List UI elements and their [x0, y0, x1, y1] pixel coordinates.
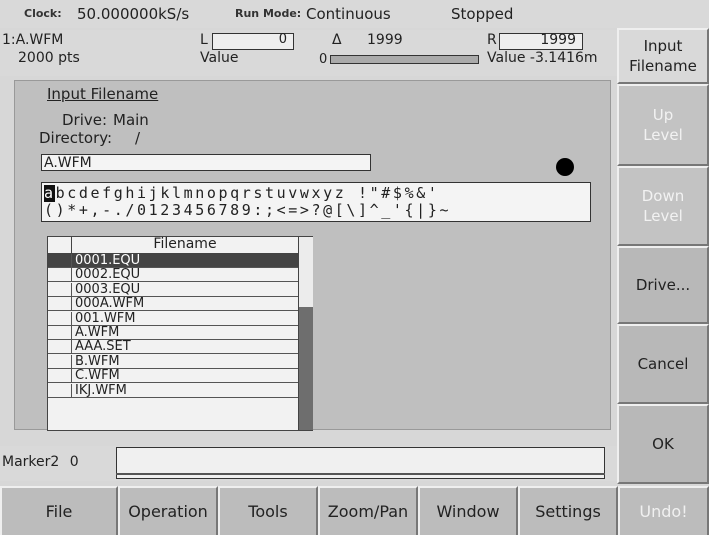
menu-undo[interactable]: Undo! — [618, 486, 709, 535]
charset-row-1[interactable]: abcdefghijklmnopqrstuvwxyz !"#$%&' — [44, 184, 439, 202]
filename-column-header: Filename — [153, 236, 217, 252]
down-level-line1: Down — [641, 187, 685, 205]
marker-name: Marker2 — [2, 454, 60, 470]
clock-value: 50.000000kS/s — [77, 5, 190, 23]
charset-row-1-chars[interactable]: bcdefghijklmnopqrstuvwxyz !"#$%&' — [56, 184, 440, 202]
file-row-marker — [48, 354, 72, 368]
menu-zoom-pan[interactable]: Zoom/Pan — [318, 486, 418, 535]
cancel-button[interactable]: Cancel — [617, 324, 709, 404]
menu-file[interactable]: File — [0, 486, 118, 535]
file-row[interactable]: A.WFM — [48, 326, 298, 340]
scrollbar-thumb[interactable] — [299, 307, 313, 430]
marker-value: 0 — [69, 454, 79, 470]
file-row[interactable]: 0003.EQU — [48, 281, 298, 297]
knob-indicator-icon — [556, 158, 574, 176]
character-palette[interactable]: abcdefghijklmnopqrstuvwxyz !"#$%&' ()*+,… — [41, 182, 591, 222]
file-row-name: 000A.WFM — [75, 296, 145, 312]
file-row-marker — [48, 254, 72, 267]
directory-value: / — [135, 129, 141, 147]
drive-value: Main — [113, 111, 149, 129]
clock-label: Clock: — [24, 7, 62, 20]
waveform-points: 2000 pts — [18, 50, 80, 66]
file-row-marker — [48, 326, 72, 339]
down-level-line2: Level — [643, 207, 683, 225]
runmode-label: Run Mode: — [235, 7, 302, 20]
file-row-name: 001.WFM — [75, 310, 136, 326]
file-list-header: Filename — [48, 236, 298, 254]
file-row[interactable]: B.WFM — [48, 353, 298, 369]
delta-value: 1999 — [367, 32, 403, 48]
right-cursor-field[interactable]: 1999 — [499, 32, 583, 50]
down-level-button[interactable]: Down Level — [617, 166, 709, 246]
menu-settings[interactable]: Settings — [518, 486, 618, 535]
marker-label: Marker2 0 — [2, 454, 79, 470]
filename-input[interactable]: A.WFM — [41, 154, 371, 171]
file-row-marker — [48, 340, 72, 354]
file-row-marker — [48, 297, 72, 311]
up-level-button[interactable]: Up Level — [617, 84, 709, 166]
file-row-marker — [48, 383, 72, 397]
left-cursor-field[interactable]: 0 — [212, 32, 294, 50]
file-row-name: 0003.EQU — [75, 281, 141, 297]
charset-row-2[interactable]: ()*+,-./0123456789:;<=>?@[\]^_'{|}~ — [44, 201, 451, 219]
file-row-name: IKJ.WFM — [75, 382, 127, 398]
left-cursor-label: L — [200, 32, 208, 48]
file-row-marker — [48, 268, 72, 282]
file-row-marker — [48, 311, 72, 325]
waveform-info-bar: 1:A.WFM 2000 pts L 0 Value Δ 1999 0 R 19… — [0, 30, 617, 76]
right-cursor-label: R — [487, 32, 497, 48]
file-row[interactable]: IKJ.WFM — [48, 382, 298, 398]
marker-bar: Marker2 0 — [0, 446, 617, 481]
up-level-line2: Level — [643, 126, 683, 144]
runmode-value: Continuous — [306, 5, 391, 23]
file-list[interactable]: Filename 0001.EQU 0002.EQU 0003.EQU 000A.WF… — [47, 236, 313, 431]
left-value-label: Value — [200, 50, 239, 66]
waveform-name: 1:A.WFM — [2, 32, 64, 48]
run-state: Stopped — [451, 5, 514, 23]
status-bar: Clock: 50.000000kS/s Run Mode: Continuou… — [0, 0, 709, 28]
file-row[interactable]: 000A.WFM — [48, 296, 298, 312]
file-row-name: B.WFM — [75, 353, 120, 369]
file-row[interactable]: 0001.EQU — [48, 254, 298, 268]
file-row-marker — [48, 282, 72, 296]
file-row-name: 0001.EQU — [75, 253, 141, 268]
file-row[interactable]: 0002.EQU — [48, 267, 298, 283]
file-row[interactable]: 001.WFM — [48, 310, 298, 326]
file-row-marker — [48, 369, 72, 383]
file-row[interactable]: C.WFM — [48, 368, 298, 384]
file-row[interactable]: AAA.SET — [48, 339, 298, 355]
input-filename-button[interactable]: Input Filename — [617, 28, 709, 84]
char-selected[interactable]: a — [44, 184, 56, 202]
file-list-scrollbar[interactable] — [298, 237, 313, 430]
range-bar — [330, 55, 479, 64]
up-level-line1: Up — [652, 106, 674, 124]
dialog-title: Input Filename — [47, 85, 159, 103]
left-value: 0 — [319, 52, 328, 67]
directory-label: Directory: — [39, 129, 113, 147]
input-filename-dialog: Input Filename Drive: Main Directory: / … — [14, 80, 611, 431]
file-row-name: A.WFM — [75, 325, 120, 340]
ok-button[interactable]: OK — [617, 404, 709, 484]
menu-operation[interactable]: Operation — [118, 486, 218, 535]
drive-label: Drive: — [62, 111, 108, 129]
menu-tools[interactable]: Tools — [218, 486, 318, 535]
marker-field[interactable] — [116, 447, 605, 479]
drive-button[interactable]: Drive... — [617, 246, 709, 324]
menu-window[interactable]: Window — [418, 486, 518, 535]
file-row-name: AAA.SET — [75, 339, 131, 355]
file-row-name: 0002.EQU — [75, 267, 141, 283]
input-filename-line2: Filename — [629, 57, 697, 75]
file-row-name: C.WFM — [75, 368, 120, 384]
input-filename-line1: Input — [643, 37, 683, 55]
delta-label: Δ — [332, 32, 342, 48]
header-corner — [48, 237, 72, 253]
right-value: Value -3.1416m — [487, 50, 598, 66]
